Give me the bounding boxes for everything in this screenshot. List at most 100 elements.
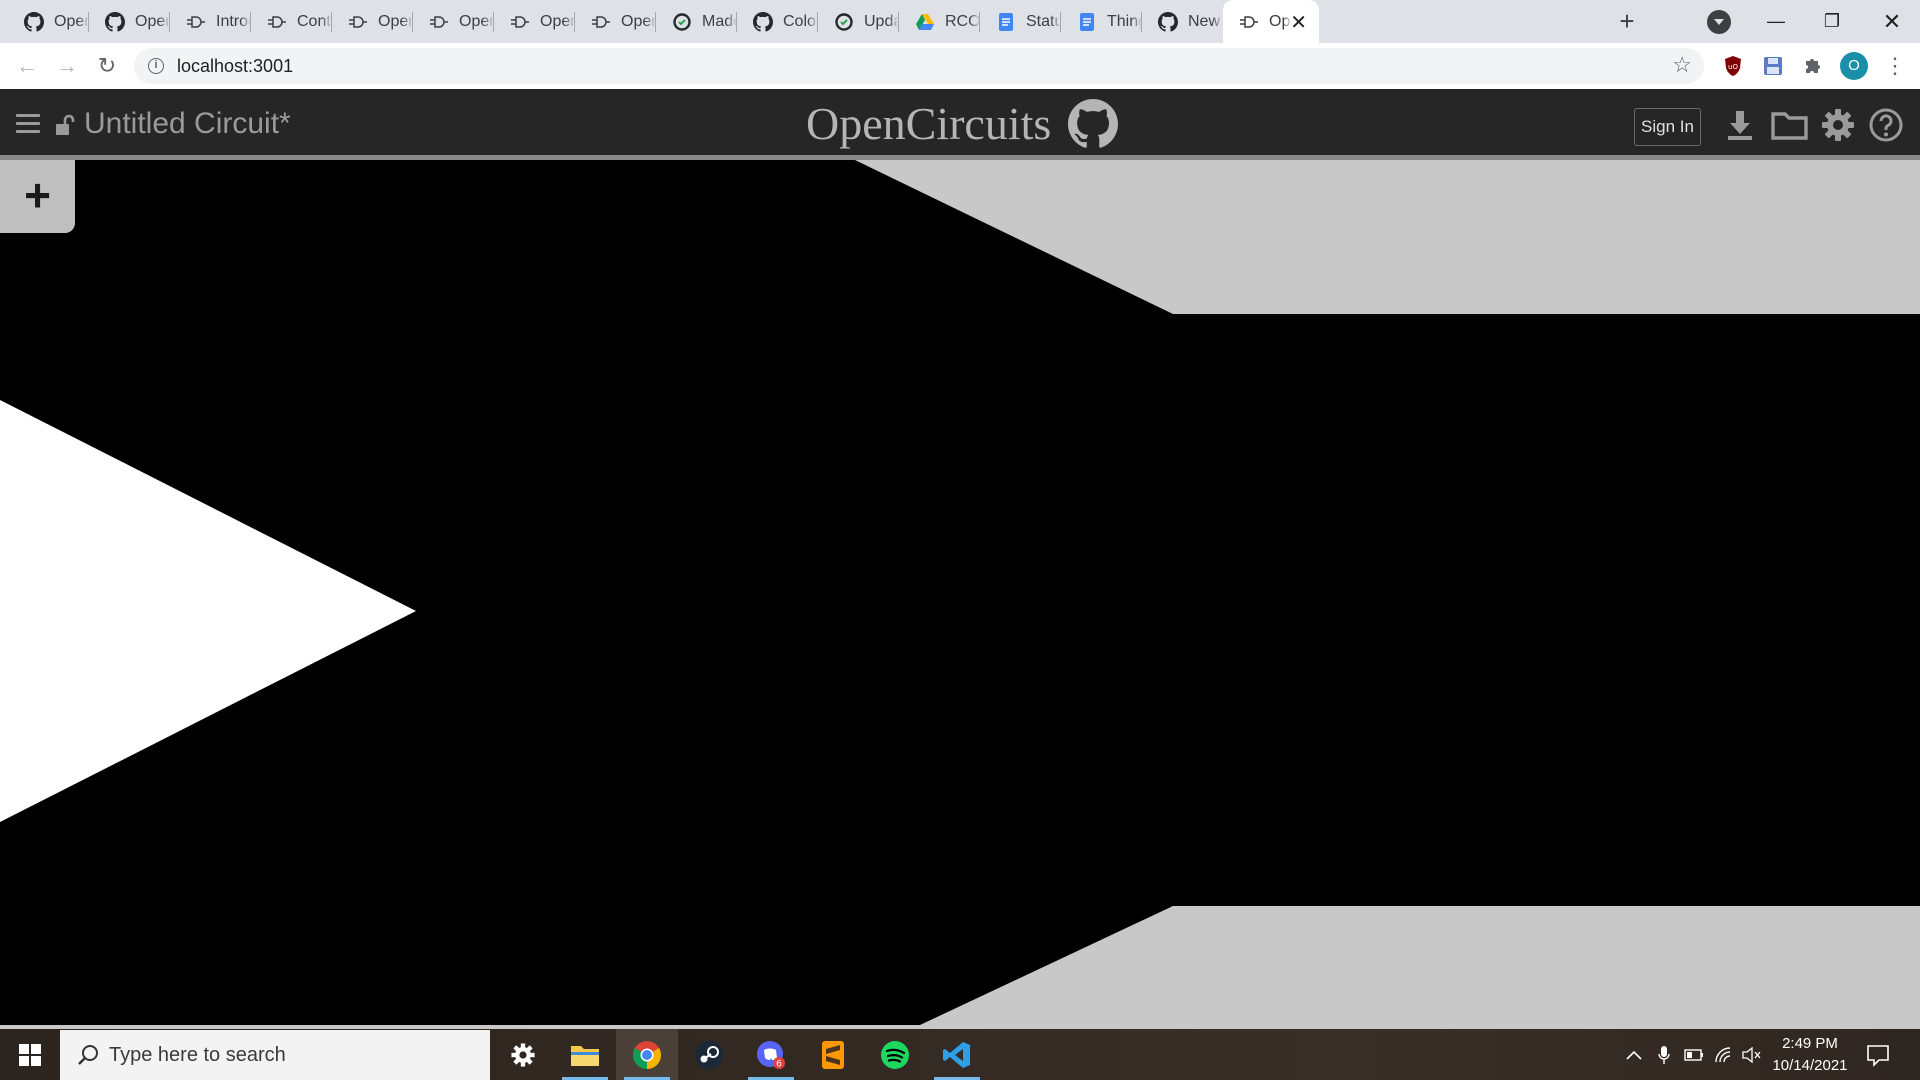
tab-search-button[interactable] — [1707, 10, 1731, 34]
profile-avatar[interactable]: O — [1840, 52, 1868, 80]
new-tab-button[interactable]: + — [1612, 6, 1642, 36]
browser-tab-strip: + — ❐ ✕ OpenCircuits OpenCircuits Introduc… — [0, 0, 1920, 43]
hamburger-menu-icon[interactable] — [16, 114, 40, 134]
url-text: localhost:3001 — [177, 56, 294, 76]
site-info-icon[interactable]: i — [148, 58, 164, 74]
tab-title: Update — [864, 12, 899, 30]
browser-tab[interactable]: Made t — [656, 0, 737, 43]
download-icon[interactable] — [1722, 107, 1758, 143]
settings-gear-icon[interactable] — [1820, 107, 1856, 143]
browser-tab[interactable]: Color c — [737, 0, 818, 43]
help-icon[interactable] — [1868, 107, 1904, 143]
file-explorer-icon[interactable] — [554, 1029, 616, 1080]
tab-title: Made t — [702, 12, 737, 30]
reload-button[interactable]: ↻ — [92, 51, 122, 81]
github-logo-icon[interactable] — [1068, 99, 1118, 149]
vscode-icon[interactable] — [926, 1029, 988, 1080]
tab-title: Introduction — [216, 12, 251, 30]
browser-menu-icon[interactable]: ⋮ — [1884, 51, 1906, 81]
address-bar[interactable]: i localhost:3001 ☆ — [134, 48, 1704, 84]
microphone-icon[interactable] — [1650, 1029, 1678, 1080]
back-button[interactable]: ← — [12, 51, 42, 81]
browser-tab[interactable]: Contributing — [251, 0, 332, 43]
search-placeholder: Type here to search — [109, 1044, 286, 1066]
browser-tab[interactable]: OpenCircuits — [89, 0, 170, 43]
browser-tab[interactable]: Ope✕ — [1223, 0, 1319, 43]
svg-text:uO: uO — [1728, 63, 1738, 71]
tab-title: Open C — [621, 12, 656, 30]
gate-icon — [591, 12, 611, 32]
forward-button[interactable]: → — [52, 51, 82, 81]
github-status-icon — [672, 12, 692, 32]
gate-icon — [510, 12, 530, 32]
browser-tab[interactable]: Open C — [575, 0, 656, 43]
tab-title: OpenCircuits — [135, 12, 170, 30]
steam-icon[interactable] — [678, 1029, 740, 1080]
show-hidden-icons-chevron-icon[interactable] — [1620, 1029, 1648, 1080]
sublime-text-icon[interactable] — [802, 1029, 864, 1080]
settings-app-icon[interactable] — [492, 1029, 554, 1080]
drive-icon — [915, 12, 935, 32]
close-window-button[interactable]: ✕ — [1864, 0, 1920, 43]
ublock-extension-icon[interactable]: uO — [1720, 53, 1746, 79]
gate-icon — [267, 12, 287, 32]
browser-tab[interactable]: New Iss — [1142, 0, 1223, 43]
browser-toolbar: ← → ↻ i localhost:3001 ☆ uO O ⋮ — [0, 43, 1920, 89]
github-status-icon — [834, 12, 854, 32]
close-tab-icon[interactable]: ✕ — [1290, 10, 1307, 35]
canvas-drawing — [0, 160, 1920, 1025]
open-folder-icon[interactable] — [1770, 107, 1810, 143]
discord-icon[interactable]: 6 — [740, 1029, 802, 1080]
tab-title: Things — [1107, 12, 1142, 30]
clock-date: 10/14/2021 — [1772, 1057, 1848, 1074]
search-icon — [76, 1043, 100, 1067]
discord-badge: 6 — [776, 1059, 782, 1069]
docs-icon — [996, 12, 1016, 32]
tab-title: Ope — [1269, 12, 1291, 30]
browser-tab[interactable]: Open C — [332, 0, 413, 43]
minimize-button[interactable]: — — [1748, 0, 1804, 43]
open-itemnav-button[interactable]: + — [0, 160, 75, 233]
app-header: Untitled Circuit* OpenCircuits Sign In — [0, 89, 1920, 160]
extensions-puzzle-icon[interactable] — [1800, 53, 1826, 79]
battery-icon[interactable] — [1680, 1029, 1708, 1080]
browser-tab[interactable]: Update — [818, 0, 899, 43]
browser-tab[interactable]: Open C — [494, 0, 575, 43]
notification-center-icon[interactable] — [1864, 1041, 1892, 1069]
tab-title: Color c — [783, 12, 818, 30]
taskbar-clock[interactable]: 2:49 PM 10/14/2021 — [1762, 1033, 1858, 1077]
unlock-icon[interactable] — [55, 114, 75, 136]
spotify-icon[interactable] — [864, 1029, 926, 1080]
wifi-icon[interactable] — [1710, 1029, 1738, 1080]
browser-tab[interactable]: OpenCircuits — [8, 0, 89, 43]
github-icon — [105, 11, 125, 32]
circuit-canvas[interactable] — [0, 160, 1920, 1025]
gate-icon — [429, 12, 449, 32]
circuit-name-input[interactable]: Untitled Circuit* — [84, 107, 291, 141]
tab-title: Contributing — [297, 12, 332, 30]
tab-title: New Iss — [1188, 12, 1223, 30]
browser-tab[interactable]: Status — [980, 0, 1061, 43]
tab-title: Open C — [378, 12, 413, 30]
browser-tab[interactable]: Things — [1061, 0, 1142, 43]
sign-in-button[interactable]: Sign In — [1634, 108, 1701, 146]
gate-icon — [186, 12, 206, 32]
github-icon — [1158, 11, 1178, 32]
browser-tab[interactable]: Open C — [413, 0, 494, 43]
app-title: OpenCircuits — [806, 98, 1052, 149]
tab-title: Status — [1026, 12, 1061, 30]
github-icon — [24, 11, 44, 32]
github-icon — [753, 11, 773, 32]
taskbar-search-box[interactable]: Type here to search — [60, 1030, 490, 1080]
windows-start-icon[interactable] — [0, 1029, 60, 1080]
bookmark-star-icon[interactable]: ☆ — [1672, 52, 1692, 78]
gate-icon — [1239, 12, 1259, 32]
tab-title: OpenCircuits — [54, 12, 89, 30]
gate-icon — [348, 12, 368, 32]
browser-tab[interactable]: Introduction — [170, 0, 251, 43]
docs-icon — [1077, 12, 1097, 32]
browser-tab[interactable]: RCOS - — [899, 0, 980, 43]
restore-button[interactable]: ❐ — [1804, 0, 1860, 43]
chrome-icon[interactable] — [616, 1029, 678, 1080]
save-extension-icon[interactable] — [1760, 53, 1786, 79]
